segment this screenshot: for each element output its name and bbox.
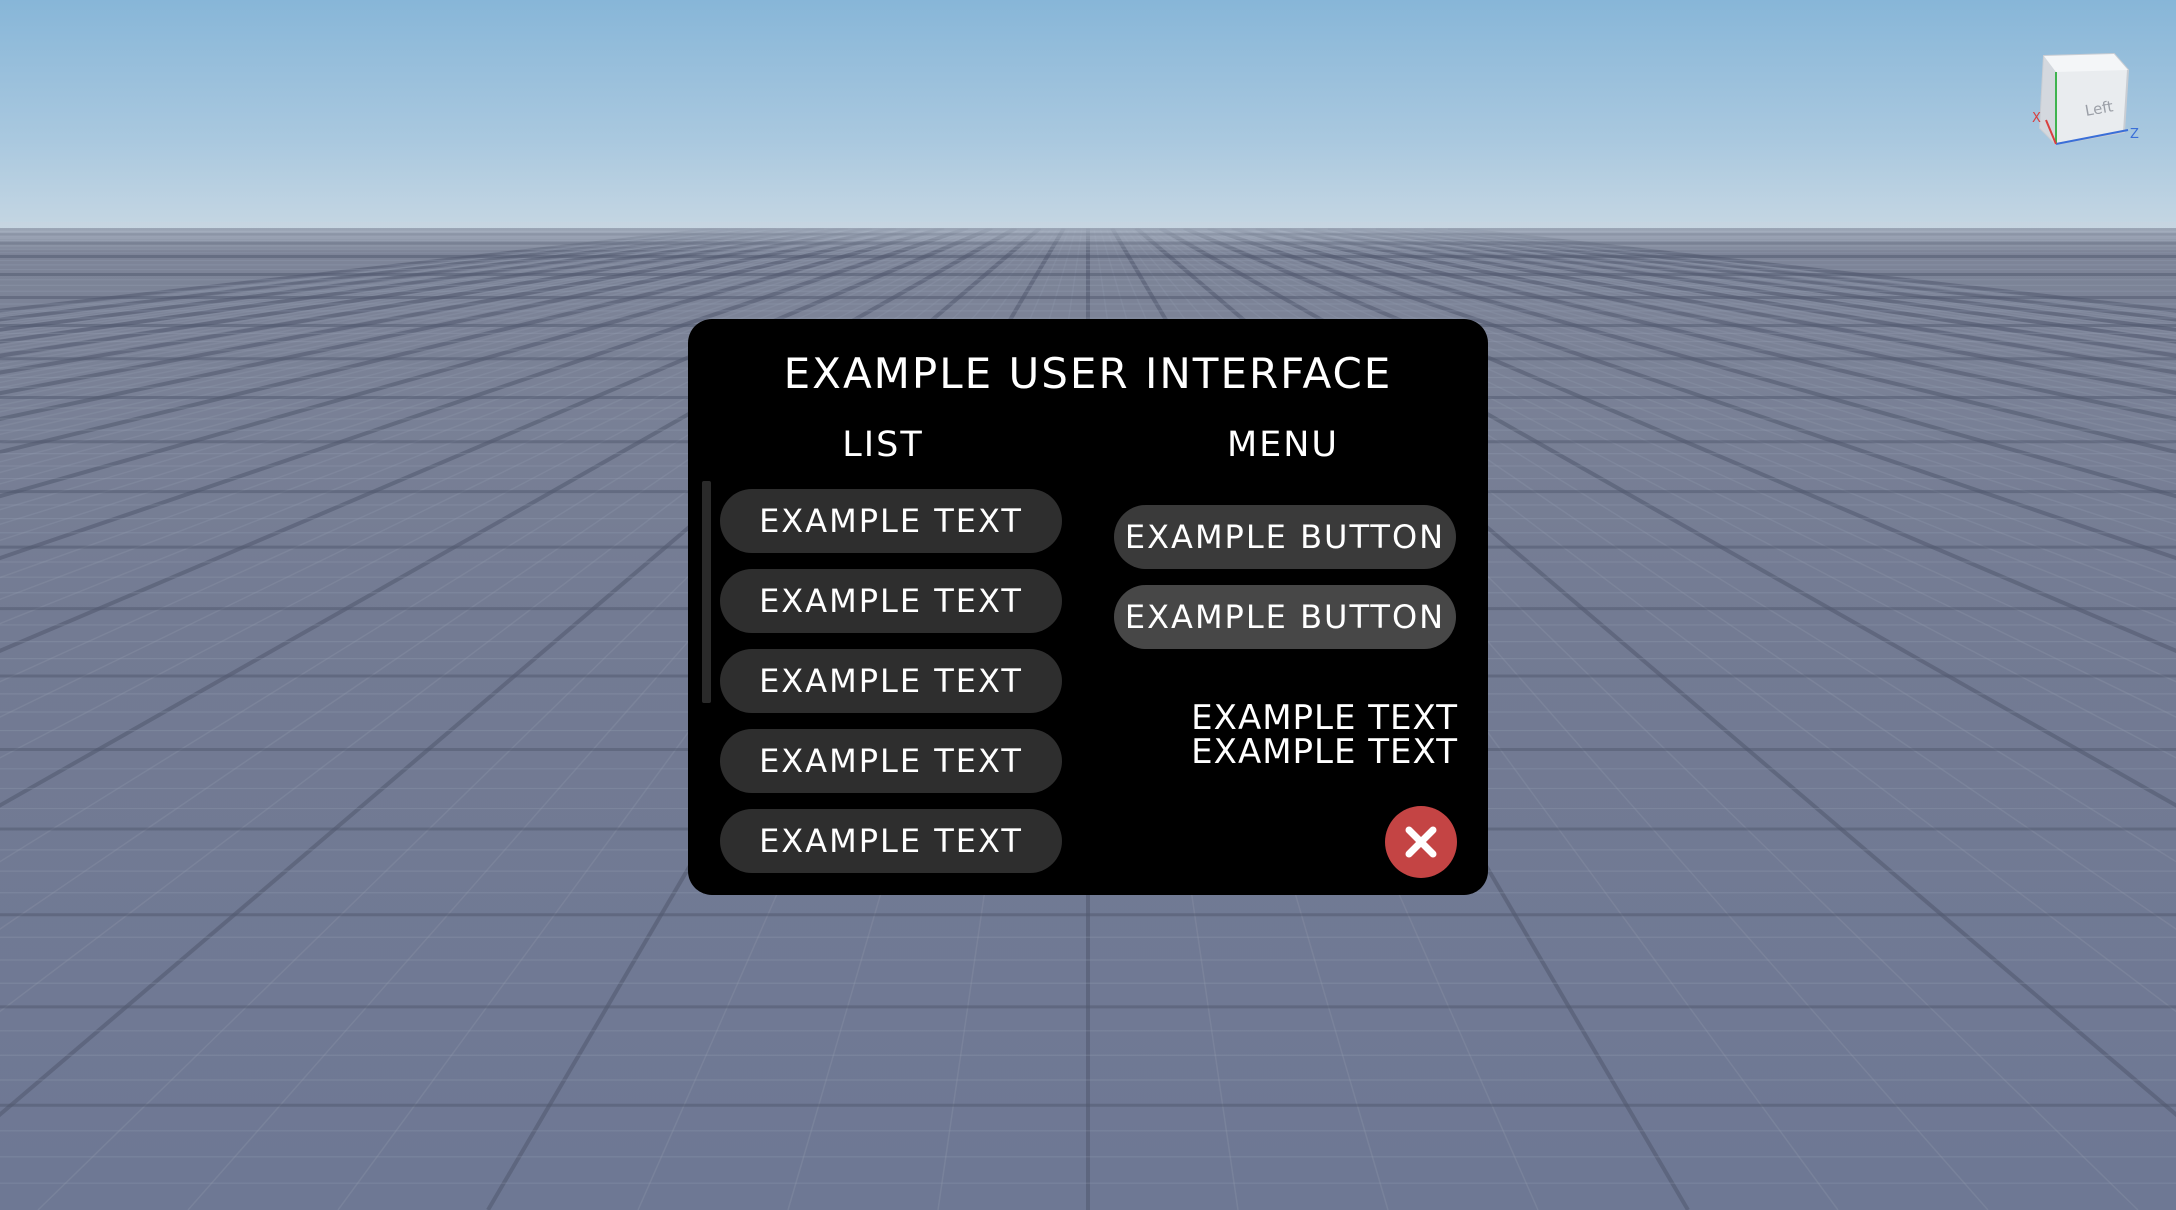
- list-item: EXAMPLE TEXT: [720, 809, 1062, 873]
- close-x-icon: [1405, 826, 1437, 858]
- close-button[interactable]: [1385, 806, 1457, 878]
- example-menu: EXAMPLE BUTTON EXAMPLE BUTTON: [1114, 505, 1456, 665]
- sky: [0, 0, 2176, 232]
- grid-line: [0, 228, 735, 314]
- grid-line: [0, 228, 777, 332]
- example-ui-panel: EXAMPLE USER INTERFACE LIST MENU EXAMPLE…: [688, 319, 1488, 895]
- axis-z-label: Z: [2130, 127, 2139, 142]
- list-item: EXAMPLE TEXT: [720, 729, 1062, 793]
- menu-text-line: EXAMPLE TEXT: [1191, 698, 1458, 738]
- grid-line: [1393, 228, 2176, 334]
- menu-text-line: EXAMPLE TEXT: [1191, 732, 1458, 772]
- view-cube[interactable]: Left X Z: [2024, 48, 2144, 168]
- 3d-viewport[interactable]: Left X Z EXAMPLE USER INTERFACE LIST MEN…: [0, 0, 2176, 1210]
- list-item: EXAMPLE TEXT: [720, 489, 1062, 553]
- example-button-1[interactable]: EXAMPLE BUTTON: [1114, 505, 1456, 569]
- grid-line: [1441, 228, 2176, 314]
- list-scrollbar[interactable]: [702, 481, 711, 703]
- grid-line: [1423, 228, 2176, 322]
- horizon-haze: [0, 222, 2176, 252]
- menu-heading: MENU: [1226, 425, 1340, 465]
- example-button-2[interactable]: EXAMPLE BUTTON: [1114, 585, 1456, 649]
- axis-x-label: X: [2032, 111, 2041, 126]
- list-heading: LIST: [842, 425, 924, 465]
- view-cube-icon: [2038, 52, 2130, 146]
- grid-line: [0, 228, 753, 322]
- list-item: EXAMPLE TEXT: [720, 569, 1062, 633]
- list-item: EXAMPLE TEXT: [720, 649, 1062, 713]
- grid-line: [1399, 228, 2176, 332]
- example-list[interactable]: EXAMPLE TEXT EXAMPLE TEXT EXAMPLE TEXT E…: [720, 489, 1062, 889]
- panel-title: EXAMPLE USER INTERFACE: [783, 349, 1393, 398]
- grid-line: [0, 228, 783, 334]
- menu-text-block: EXAMPLE TEXT EXAMPLE TEXT: [1108, 701, 1458, 769]
